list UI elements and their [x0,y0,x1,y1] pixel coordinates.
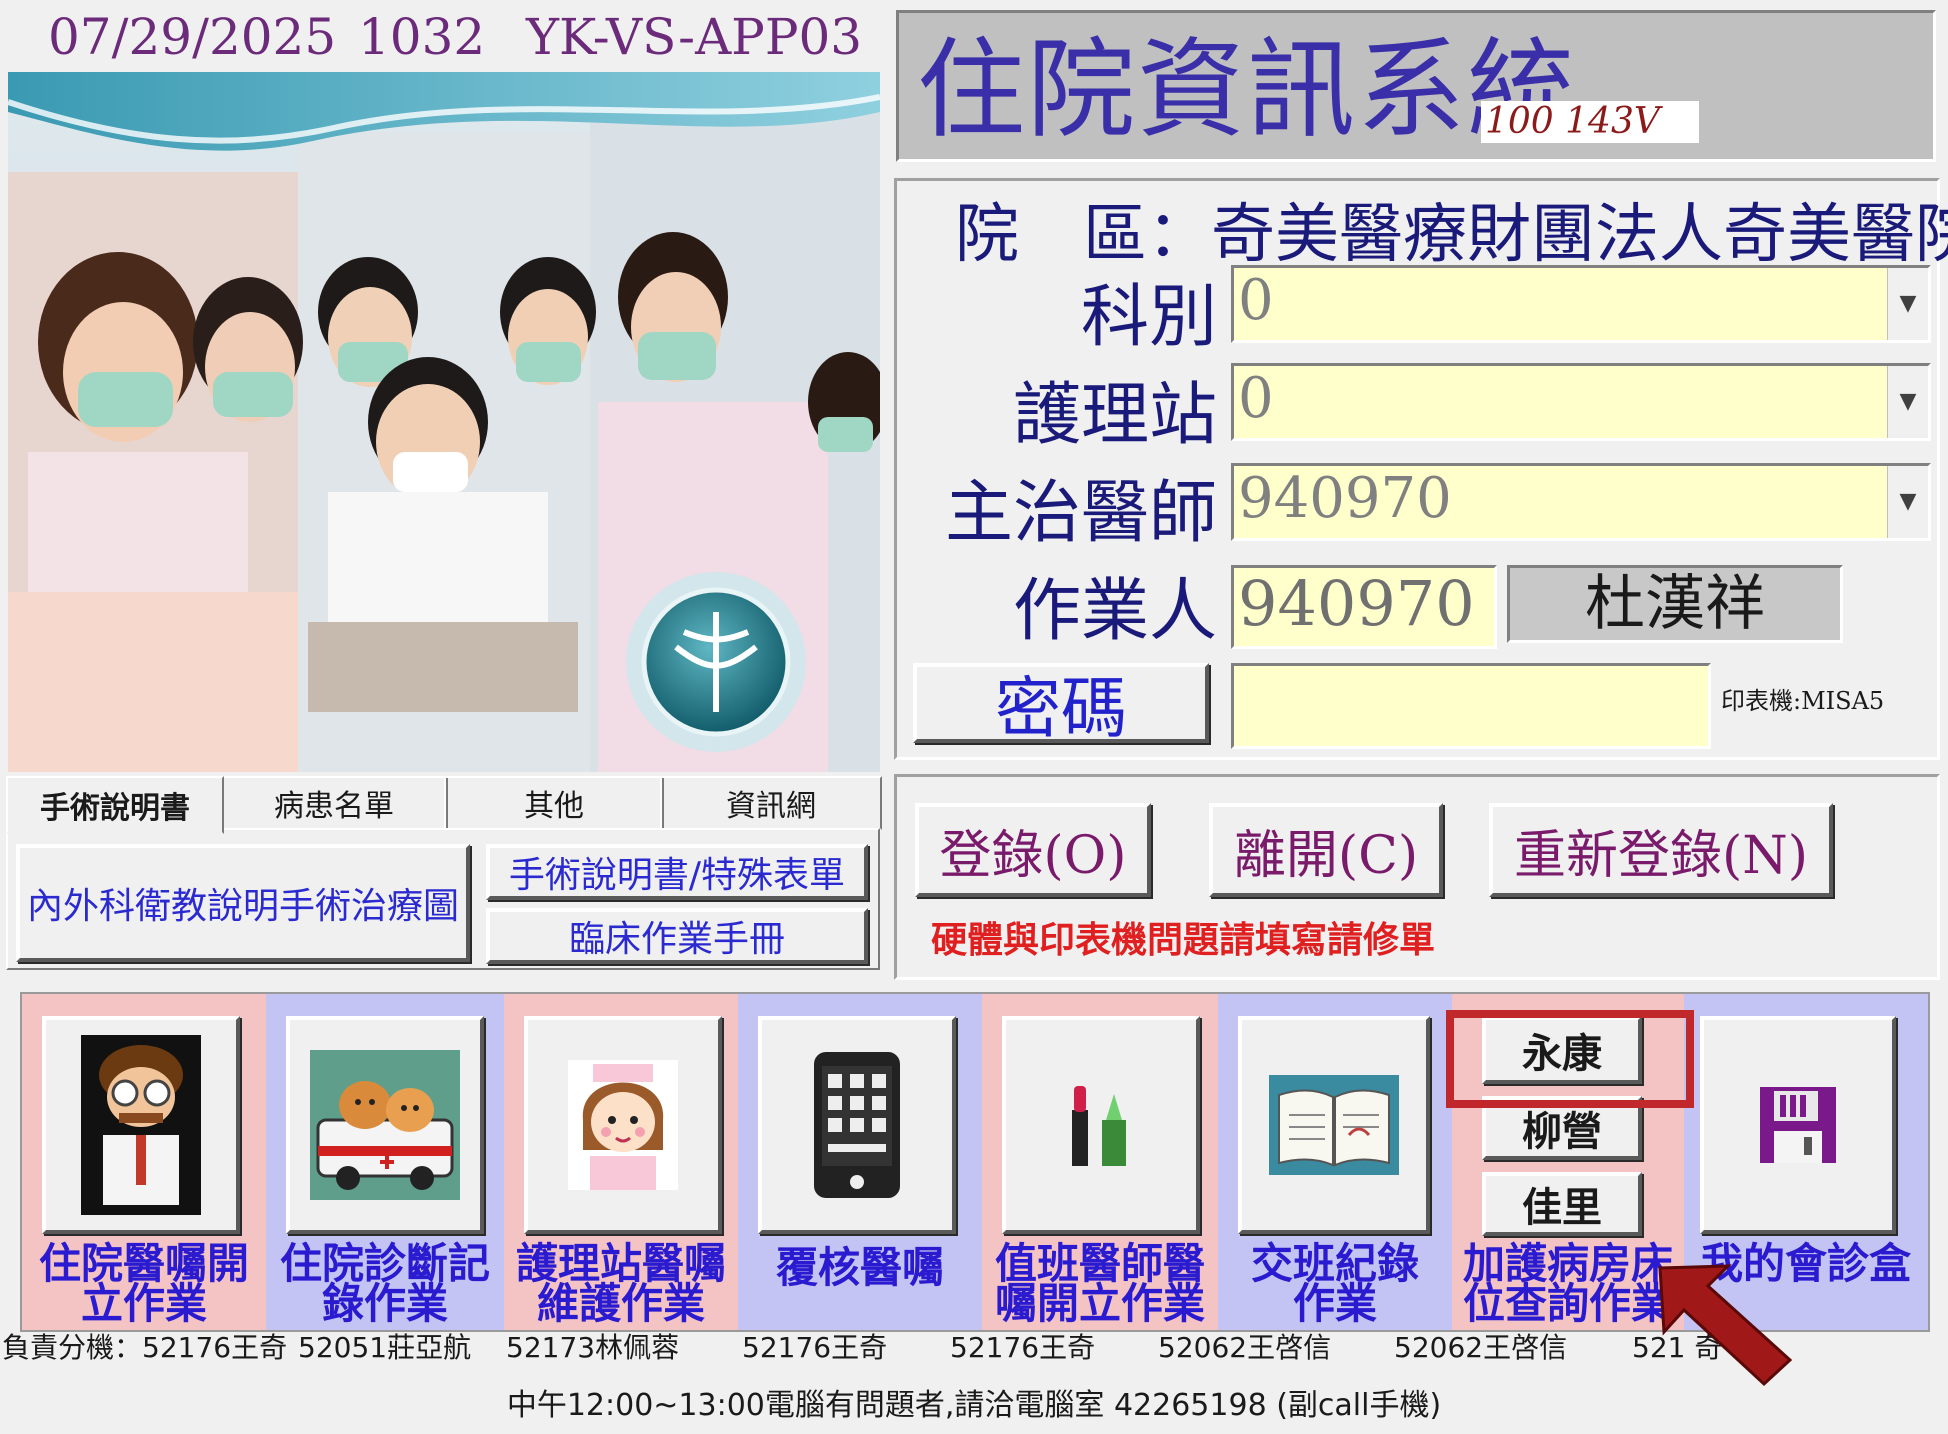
info-tabs: 手術說明書 病患名單 其他 資訊網 內外科衛教說明手術治療圖 手術說明書/特殊表… [6,776,882,970]
repair-notice: 硬體與印表機問題請填寫請修單 [931,919,1436,961]
ext-1: 負責分機：52176王奇 [2,1331,288,1364]
module-label: 覆核醫囑 [775,1243,944,1292]
exit-button[interactable]: 離開(C) [1209,803,1443,897]
open-book-icon [1269,1075,1399,1175]
tab-patient-list[interactable]: 病患名單 [220,776,448,830]
doctor-label-box: 主治醫師 [897,457,1217,553]
surgery-form-button[interactable]: 手術說明書/特殊表單 [486,844,868,900]
module-orders: 住院醫囑開 立作業 [22,994,266,1330]
tab-surgery-docs[interactable]: 手術說明書 [6,776,224,834]
staff-photo [8,72,880,772]
printer-label: 印表機:MISA5 [1721,687,1885,715]
app-title: 住院資訊系統 [917,28,1578,153]
password-input[interactable] [1231,663,1711,749]
highlight-box [1446,1010,1694,1108]
footer-notice: 中午12:00~13:00電腦有問題者,請洽電腦室 42265198 (副cal… [506,1388,1442,1423]
review-button[interactable] [758,1016,956,1234]
module-label: 護理站醫囑 維護作業 [515,1239,726,1328]
diagnosis-button[interactable] [286,1016,484,1234]
operator-input[interactable]: 940970 [1231,565,1497,649]
password-button[interactable]: 密碼 [913,663,1209,747]
module-label: 交班紀錄 作業 [1250,1239,1419,1328]
ext-2: 52051莊亞航 [298,1331,472,1364]
surgery-illustration-button[interactable]: 內外科衛教說明手術治療圖 [16,844,470,962]
code-text: 1032 [358,8,486,66]
date-text: 07/29/2025 [48,8,337,66]
nurse-icon [568,1060,678,1190]
login-button[interactable]: 登錄(O) [915,803,1151,897]
nursing-button[interactable] [524,1016,722,1234]
module-oncall: 值班醫師醫 囑開立作業 [982,994,1218,1330]
lipstick-icon [1072,1086,1126,1166]
chevron-down-icon[interactable]: ▼ [1887,466,1928,538]
tab-info-web[interactable]: 資訊網 [660,776,882,830]
ambulance-dogs-icon [310,1050,460,1200]
operator-name: 杜漢祥 [1507,565,1843,643]
header-bar: 07/29/2025 1032 YK-VS-APP03 [0,0,890,70]
arrow-annotation-icon [1658,1264,1793,1387]
doctor-icon [81,1035,201,1215]
doctor-select[interactable]: 940970 ▼ [1231,463,1931,541]
operator-label-box: 作業人 [897,555,1217,651]
dept-label-box: 科別 [897,261,1217,357]
module-label: 住院診斷記 錄作業 [279,1239,490,1328]
module-review: 覆核醫囑 [738,994,982,1330]
ext-4: 52176王奇 [742,1331,888,1364]
module-nursing: 護理站醫囑 維護作業 [504,994,738,1330]
dept-value: 0 [1238,268,1274,333]
doctor-label: 主治醫師 [944,474,1217,553]
station-label-box: 護理站 [897,359,1217,455]
tab-panel: 內外科衛教說明手術治療圖 手術說明書/特殊表單 臨床作業手冊 [6,828,880,970]
ext-5: 52176王奇 [950,1331,1096,1364]
chevron-down-icon[interactable]: ▼ [1887,366,1928,438]
login-panel: 院 區：奇美醫療財團法人奇美醫院 科別 0 ▼ 護理站 0 ▼ 主治醫師 940… [894,178,1948,760]
station-select[interactable]: 0 ▼ [1231,363,1931,441]
oncall-button[interactable] [1002,1016,1200,1234]
hospital-name: 奇美醫療財團法人奇美醫院 [1211,198,1948,272]
ext-3: 52173林佩蓉 [506,1331,680,1364]
handover-button[interactable] [1238,1016,1430,1234]
chevron-down-icon[interactable]: ▼ [1887,268,1928,340]
dept-label: 科別 [1080,278,1217,357]
station-value: 0 [1238,366,1274,431]
action-panel: 登錄(O) 離開(C) 重新登錄(N) 硬體與印表機問題請填寫請修單 [894,774,1940,980]
module-label: 值班醫師醫 囑開立作業 [994,1239,1205,1328]
consult-box-button[interactable] [1700,1016,1896,1234]
module-diagnosis: 住院診斷記 錄作業 [266,994,504,1330]
campus-button-jiali[interactable]: 佳里 [1482,1172,1642,1236]
relogin-button[interactable]: 重新登錄(N) [1489,803,1833,897]
title-panel: 住院資訊系統 100 143V [896,10,1936,162]
module-handover: 交班紀錄 作業 [1218,994,1452,1330]
doctor-value: 940970 [1238,466,1452,531]
version-label: 100 143V [1481,101,1699,143]
orders-button[interactable] [42,1016,240,1234]
operator-label: 作業人 [1012,572,1217,651]
ext-7: 52062王啓信 [1394,1331,1568,1364]
dept-select[interactable]: 0 ▼ [1231,265,1931,343]
ext-6: 52062王啓信 [1158,1331,1332,1364]
module-label: 住院醫囑開 立作業 [38,1239,249,1328]
tab-other[interactable]: 其他 [444,776,664,830]
clinical-manual-button[interactable]: 臨床作業手冊 [486,908,868,964]
host-text: YK-VS-APP03 [526,8,863,66]
floppy-disk-icon [1760,1087,1836,1163]
mobile-phone-icon [814,1052,900,1198]
station-label: 護理站 [1012,376,1217,455]
